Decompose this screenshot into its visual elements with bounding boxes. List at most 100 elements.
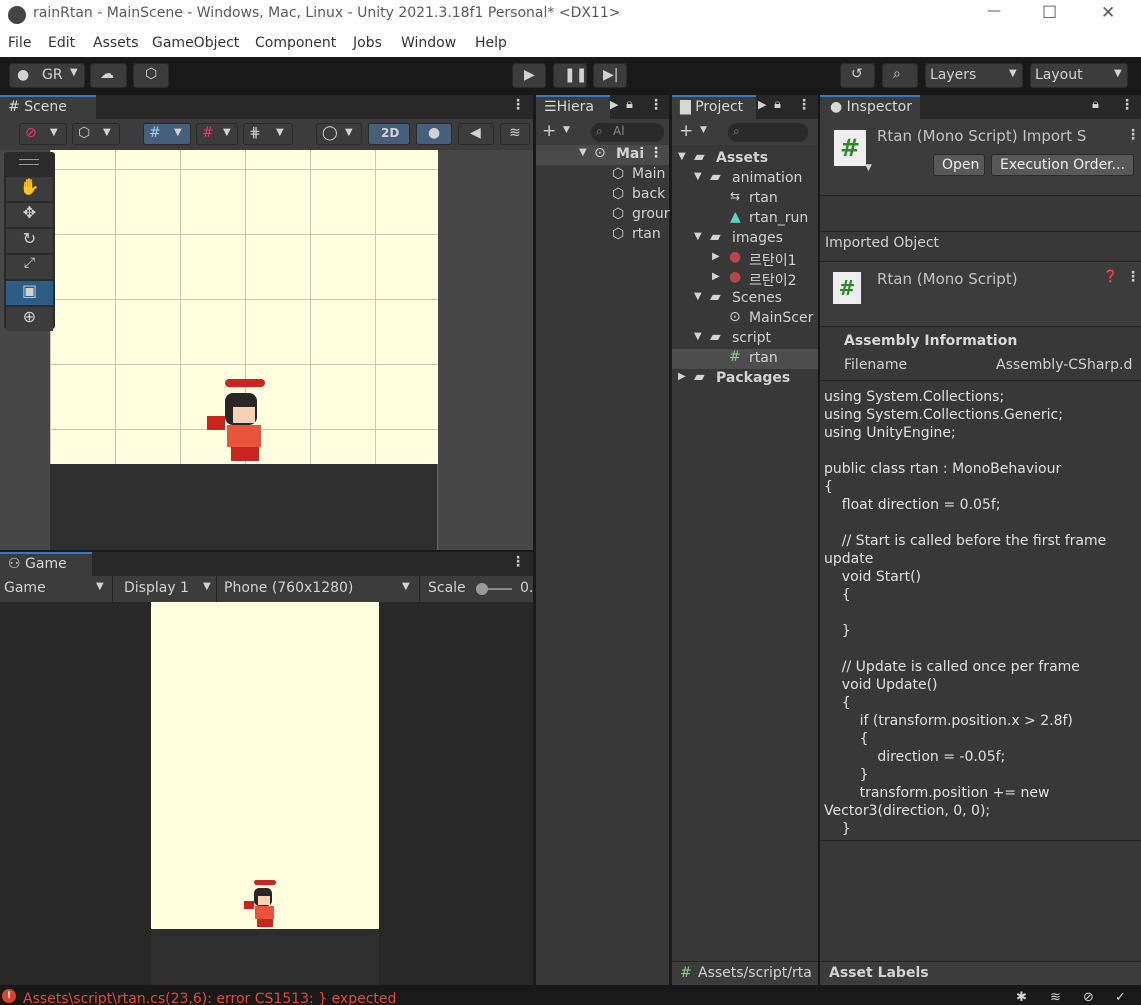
chevron-right-icon[interactable]: ▶: [758, 98, 766, 111]
more-options-icon[interactable]: ⋮: [649, 97, 663, 113]
tree-item-image1[interactable]: ▶ ● 르탄이1: [672, 249, 818, 269]
lock-icon[interactable]: 🔒︎: [1092, 97, 1099, 112]
display-dropdown[interactable]: Display 1 ▼: [114, 576, 217, 602]
account-button[interactable]: ● GR ▼: [9, 63, 85, 88]
chevron-down-icon: ▼: [103, 127, 111, 138]
menu-assets[interactable]: Assets: [93, 35, 139, 51]
tab-project[interactable]: ▇ Project: [672, 95, 756, 119]
cache-server-icon[interactable]: ≋: [1050, 990, 1061, 1005]
lighting-toggle-button[interactable]: ●: [416, 123, 452, 145]
menu-window[interactable]: Window: [401, 35, 456, 51]
tab-hierarchy[interactable]: ☰Hiera: [536, 95, 610, 119]
resolution-dropdown[interactable]: Phone (760x1280) ▼: [218, 576, 420, 602]
rotate-tool-icon[interactable]: ↻: [6, 229, 53, 253]
tree-item-assets[interactable]: ▼ ▰ Assets: [672, 149, 818, 169]
history-button[interactable]: ↺: [840, 63, 875, 88]
layers-dropdown[interactable]: Layers ▼: [925, 63, 1023, 88]
play-button[interactable]: ▶: [512, 63, 546, 88]
list-item[interactable]: ⬡ grour: [536, 205, 670, 225]
list-item[interactable]: ⬡ Main: [536, 165, 669, 185]
tree-item-script-folder[interactable]: ▼ ▰ script: [672, 329, 818, 349]
scale-slider[interactable]: [476, 583, 512, 595]
lock-icon[interactable]: 🔒︎: [774, 97, 781, 112]
transform-tool-icon[interactable]: ⊕: [6, 307, 53, 331]
increment-snap-button[interactable]: ⋕ ▼: [243, 123, 293, 145]
close-button[interactable]: ✕: [1101, 3, 1115, 23]
help-icon[interactable]: ❓: [1103, 269, 1118, 283]
audio-toggle-button[interactable]: ◀: [458, 123, 494, 145]
cloud-button[interactable]: ☁: [90, 63, 127, 88]
shading-button[interactable]: ◯ ▼: [316, 123, 362, 145]
error-message[interactable]: Assets\script\rtan.cs(23,6): error CS151…: [23, 991, 396, 1005]
list-item[interactable]: ⬡ rtan: [536, 225, 669, 245]
menu-component[interactable]: Component: [255, 35, 336, 51]
tree-item-images[interactable]: ▼ ▰ images: [672, 229, 818, 249]
add-icon[interactable]: +: [679, 121, 693, 141]
tab-game[interactable]: ⚇ Game: [0, 552, 92, 576]
more-options-icon[interactable]: ⋮: [511, 554, 525, 570]
gameobject-icon: ⬡: [612, 226, 625, 242]
hand-tool-icon[interactable]: ✋: [6, 177, 53, 201]
bulb-icon: ●: [428, 125, 441, 141]
layout-dropdown[interactable]: Layout ▼: [1030, 63, 1128, 88]
list-item[interactable]: ⬡ back: [536, 185, 669, 205]
menu-file[interactable]: File: [8, 35, 31, 51]
tree-item-packages[interactable]: ▶ ▰ Packages: [672, 369, 818, 389]
snap-toggle-button[interactable]: # ▼: [143, 123, 191, 145]
tree-item-image2[interactable]: ▶ ● 르탄이2: [672, 269, 818, 289]
move-tool-icon[interactable]: ✥: [6, 203, 53, 227]
tree-item-rtan-script[interactable]: # rtan: [672, 349, 818, 369]
tab-scene[interactable]: # Scene: [0, 95, 96, 119]
more-options-icon[interactable]: ⋮: [797, 97, 811, 113]
scene-viewport[interactable]: [0, 150, 533, 550]
gizmo-button[interactable]: ⊘ ▼: [19, 123, 67, 145]
more-options-icon[interactable]: ⋮: [1120, 97, 1134, 113]
effects-button[interactable]: ≋: [500, 123, 530, 145]
scene-row[interactable]: ▼ ⊙ Mai ⋮: [536, 145, 669, 165]
chevron-down-icon[interactable]: ▼: [865, 163, 872, 173]
palette-handle[interactable]: [19, 159, 39, 165]
more-options-icon[interactable]: ⋮: [511, 97, 525, 113]
menu-jobs[interactable]: Jobs: [353, 35, 382, 51]
bug-icon[interactable]: ✱: [1016, 990, 1027, 1005]
project-search-input[interactable]: ⌕: [728, 123, 808, 142]
tree-item-animation[interactable]: ▼ ▰ animation: [672, 169, 818, 189]
hierarchy-search-input[interactable]: ⌕ Al: [591, 123, 664, 142]
2d-toggle-button[interactable]: 2D: [368, 123, 410, 145]
rect-tool-icon[interactable]: ▣: [6, 281, 53, 305]
search-button[interactable]: ⌕: [882, 63, 918, 88]
game-viewport[interactable]: [0, 602, 533, 985]
scale-slider-thumb[interactable]: [476, 583, 488, 595]
menu-gameobject[interactable]: GameObject: [152, 35, 239, 51]
chevron-down-icon[interactable]: ▼: [563, 125, 570, 135]
tree-item-anim-clip[interactable]: ▲ rtan_run: [672, 209, 818, 229]
execution-order-button[interactable]: Execution Order...: [991, 154, 1134, 176]
tree-item-mainscene[interactable]: ⊙ MainScer: [672, 309, 818, 329]
collab-button[interactable]: ⬡: [133, 63, 169, 88]
tree-item-scenes[interactable]: ▼ ▰ Scenes: [672, 289, 818, 309]
step-button[interactable]: ▶|: [593, 63, 627, 88]
draw-mode-button[interactable]: ⬡ ▼: [72, 123, 120, 145]
menu-help[interactable]: Help: [475, 35, 507, 51]
more-options-icon[interactable]: ⋮: [649, 145, 663, 161]
minimize-button[interactable]: —: [987, 3, 1001, 19]
chevron-down-icon[interactable]: ▼: [700, 125, 707, 135]
more-options-icon[interactable]: ⋮: [1126, 127, 1140, 143]
view-dropdown[interactable]: Game ▼: [0, 576, 113, 602]
scale-tool-icon[interactable]: ⤢: [6, 255, 53, 279]
open-button[interactable]: Open: [933, 154, 985, 176]
add-icon[interactable]: +: [542, 121, 556, 141]
lock-icon[interactable]: 🔒︎: [626, 97, 633, 112]
scene-tab-label: Scene: [24, 99, 67, 115]
maximize-button[interactable]: ☐: [1042, 3, 1057, 23]
chevron-right-icon[interactable]: ▶: [610, 98, 618, 111]
project-toolbar: + ▼ ⌕: [672, 119, 818, 145]
more-options-icon[interactable]: ⋮: [1126, 269, 1140, 285]
menu-edit[interactable]: Edit: [48, 35, 75, 51]
pause-button[interactable]: ❚❚: [553, 63, 587, 88]
tab-inspector[interactable]: ● Inspector: [820, 95, 920, 119]
progress-check-icon[interactable]: ✓: [1115, 990, 1126, 1005]
grid-button[interactable]: # ▼: [196, 123, 238, 145]
tree-item-anim-controller[interactable]: ⇆ rtan: [672, 189, 818, 209]
network-icon[interactable]: ⊘: [1083, 990, 1094, 1005]
